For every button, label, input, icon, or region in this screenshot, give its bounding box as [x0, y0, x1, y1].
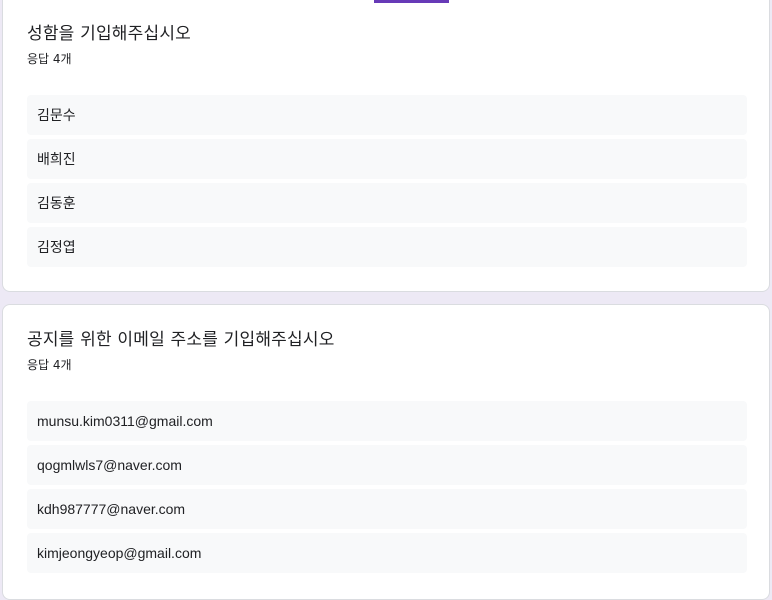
question-title: 공지를 위한 이메일 주소를 기입해주십시오	[27, 330, 335, 350]
response-row: 김정엽	[27, 227, 747, 267]
response-count: 응답 4개	[27, 52, 72, 66]
response-list: 김문수 배희진 김동훈 김정엽	[27, 95, 747, 271]
response-row: 배희진	[27, 139, 747, 179]
response-row: kimjeongyeop@gmail.com	[27, 533, 747, 573]
response-count: 응답 4개	[27, 358, 72, 372]
question-card-email: 공지를 위한 이메일 주소를 기입해주십시오 응답 4개 munsu.kim03…	[2, 304, 770, 600]
active-tab-indicator	[374, 0, 449, 3]
response-row: qogmlwls7@naver.com	[27, 445, 747, 485]
response-row: 김동훈	[27, 183, 747, 223]
response-row: 김문수	[27, 95, 747, 135]
question-card-name: 성함을 기입해주십시오 응답 4개 김문수 배희진 김동훈 김정엽	[2, 0, 770, 292]
response-list: munsu.kim0311@gmail.com qogmlwls7@naver.…	[27, 401, 747, 577]
response-row: kdh987777@naver.com	[27, 489, 747, 529]
response-row: munsu.kim0311@gmail.com	[27, 401, 747, 441]
question-title: 성함을 기입해주십시오	[27, 24, 192, 44]
